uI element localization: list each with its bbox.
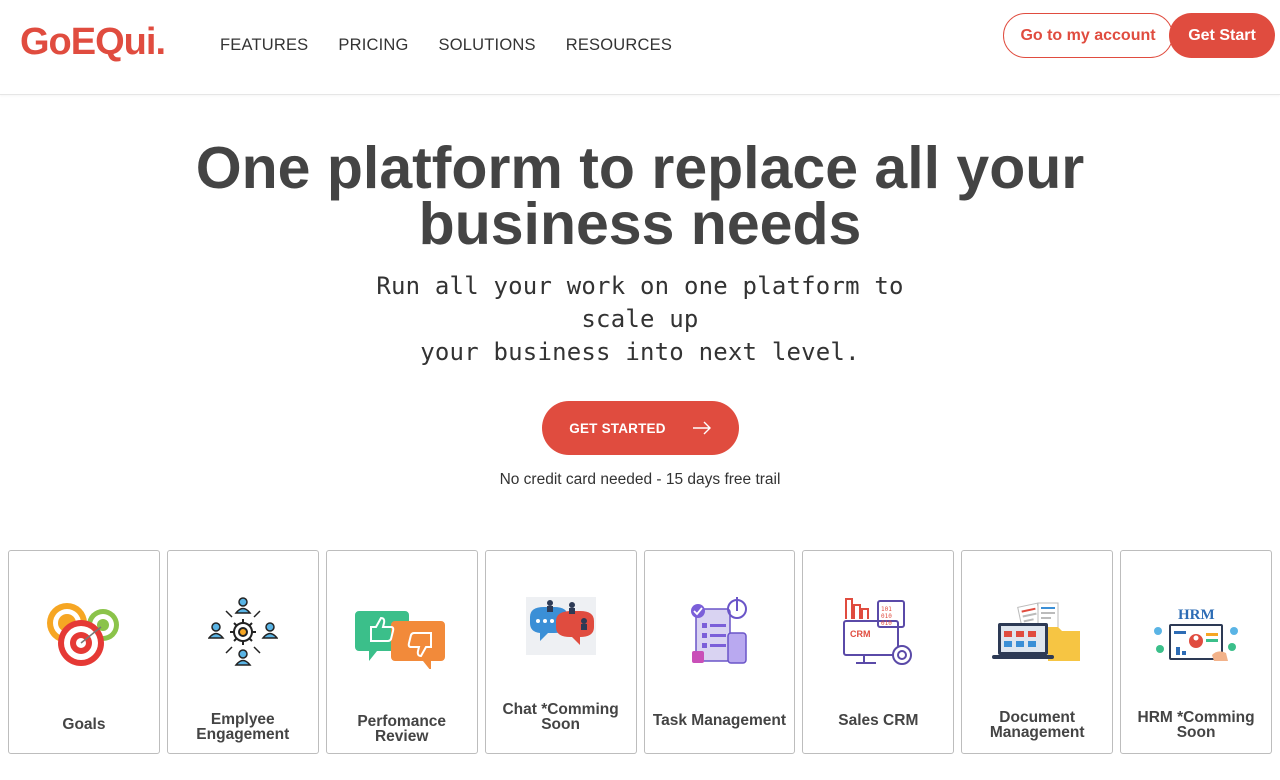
svg-text:HRM: HRM (1178, 607, 1215, 623)
feature-label: Sales CRM (838, 712, 919, 729)
feature-card-performance-review[interactable]: Perfomance Review (325, 550, 478, 754)
feature-label: HRM *Comming Soon (1137, 709, 1255, 741)
document-folder-icon (992, 602, 1081, 661)
team-gear-icon (207, 597, 278, 666)
hrm-board-icon: HRM (1154, 607, 1239, 661)
feature-card-goals[interactable]: Goals (8, 550, 160, 754)
feature-cards: Goals Emplyee Engagement Perfomance Revi… (8, 550, 1272, 754)
get-started-label: GET STARTED (569, 420, 666, 436)
get-started-button[interactable]: GET STARTED (542, 401, 739, 455)
task-checklist-icon (691, 597, 748, 664)
crm-monitor-icon: CRM 101 010 010 (843, 598, 913, 665)
feature-card-document-management[interactable]: Document Management (961, 550, 1114, 754)
svg-text:101: 101 (881, 606, 892, 613)
get-start-button[interactable]: Get Start (1169, 13, 1275, 58)
feature-card-chat[interactable]: Chat *Comming Soon (484, 550, 637, 754)
svg-text:010: 010 (881, 620, 892, 627)
thumbs-feedback-icon (354, 611, 445, 669)
nav-features[interactable]: FEATURES (220, 36, 308, 55)
hero-title: One platform to replace all your busines… (195, 135, 1085, 257)
feature-label: Task Management (652, 712, 787, 729)
feature-label: Document Management (989, 709, 1085, 741)
main-nav: FEATURES PRICING SOLUTIONS RESOURCES (220, 36, 672, 55)
arrow-right-icon (692, 421, 711, 435)
target-icon (46, 603, 119, 666)
svg-text:CRM: CRM (850, 629, 871, 639)
svg-text:010: 010 (881, 613, 892, 620)
top-header: GoEQui. FEATURES PRICING SOLUTIONS RESOU… (0, 0, 1280, 95)
feature-label: Chat *Comming Soon (502, 701, 619, 733)
go-to-account-button[interactable]: Go to my account (1003, 13, 1173, 58)
feature-card-task-management[interactable]: Task Management (643, 550, 796, 754)
trial-note: No credit card needed - 15 days free tra… (499, 471, 781, 488)
feature-card-sales-crm[interactable]: CRM 101 010 010 Sales CRM (802, 550, 955, 754)
feature-card-hrm[interactable]: HRM HRM *Comming Soon (1120, 550, 1272, 754)
nav-pricing[interactable]: PRICING (338, 36, 408, 55)
logo[interactable]: GoEQui. (20, 22, 166, 62)
hero-subtitle: Run all your work on one platform to sca… (340, 270, 940, 369)
nav-resources[interactable]: RESOURCES (566, 36, 672, 55)
hero-subtitle-line-2: your business into next level. (420, 338, 860, 366)
chat-people-icon (525, 597, 596, 655)
feature-label: Perfomance Review (357, 713, 447, 745)
nav-solutions[interactable]: SOLUTIONS (439, 36, 536, 55)
feature-card-employee-engagement[interactable]: Emplyee Engagement (166, 550, 319, 754)
feature-label: Emplyee Engagement (196, 711, 290, 743)
hero-subtitle-line-1: Run all your work on one platform to sca… (376, 272, 904, 333)
feature-label: Goals (62, 716, 106, 733)
